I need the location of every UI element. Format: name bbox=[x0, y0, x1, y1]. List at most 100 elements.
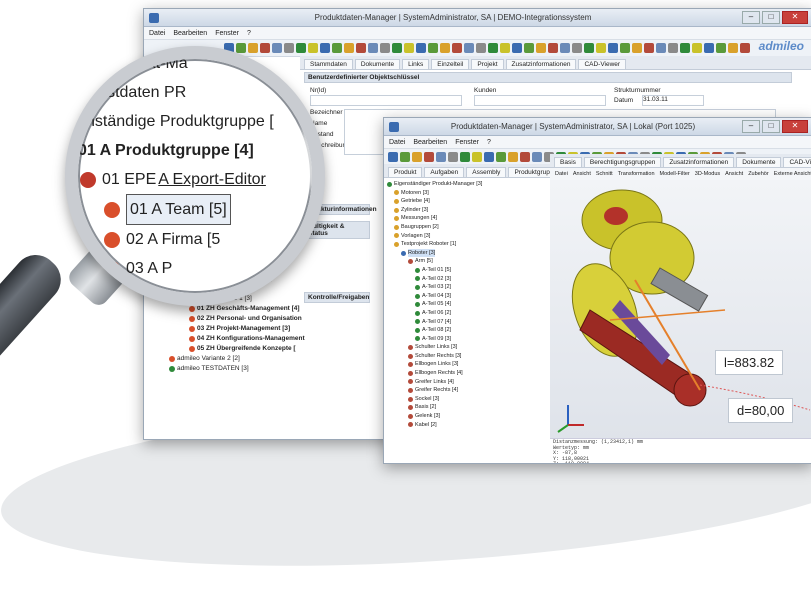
toolbar-icon[interactable] bbox=[320, 43, 330, 53]
toolbar-icon[interactable] bbox=[236, 43, 246, 53]
cad-viewport[interactable]: l=883.82 d=80,00 bbox=[550, 180, 811, 438]
tree-item[interactable]: admileo TESTDATEN [3] bbox=[169, 364, 305, 374]
tree-item[interactable]: 04 ZH Konfigurations-Management bbox=[169, 334, 305, 344]
magnified-tree-item[interactable]: 03 A P bbox=[78, 254, 312, 283]
toolbar-icon[interactable] bbox=[500, 43, 510, 53]
minimize-button[interactable]: – bbox=[742, 120, 760, 133]
toolbar-icon[interactable] bbox=[296, 43, 306, 53]
nr-field[interactable] bbox=[310, 95, 462, 106]
tab[interactable]: Dokumente bbox=[354, 59, 401, 69]
toolbar-icon[interactable] bbox=[488, 43, 498, 53]
datum-field[interactable]: 31.03.11 bbox=[642, 95, 704, 106]
tree-item[interactable]: 02 ZH Personal- und Organisation bbox=[169, 314, 305, 324]
tree-item[interactable]: Kabel [2] bbox=[387, 421, 482, 430]
viewer-menu-item[interactable]: 3D-Modus bbox=[695, 171, 720, 177]
toolbar-icon[interactable] bbox=[260, 43, 270, 53]
tab[interactable]: Zusatzinformationen bbox=[663, 157, 735, 167]
toolbar-icon[interactable] bbox=[448, 152, 458, 162]
toolbar-icon[interactable] bbox=[428, 43, 438, 53]
toolbar-icon[interactable] bbox=[728, 43, 738, 53]
maximize-button[interactable]: □ bbox=[762, 120, 780, 133]
maximize-button[interactable]: □ bbox=[762, 11, 780, 24]
tree-item[interactable]: Motoren [3] bbox=[387, 189, 482, 198]
menu-item[interactable]: ? bbox=[247, 30, 251, 37]
toolbar-icon[interactable] bbox=[716, 43, 726, 53]
tree-item[interactable]: Getriebe [4] bbox=[387, 197, 482, 206]
tab[interactable]: Aufgaben bbox=[424, 167, 465, 177]
toolbar-icon[interactable] bbox=[496, 152, 506, 162]
viewer-menu-item[interactable]: Datei bbox=[555, 171, 568, 177]
menu-item[interactable]: Bearbeiten bbox=[413, 139, 447, 146]
tab[interactable]: Links bbox=[402, 59, 430, 69]
toolbar-icon[interactable] bbox=[248, 43, 258, 53]
toolbar-icon[interactable] bbox=[412, 152, 422, 162]
magnified-tree-item[interactable]: admileo Testdaten PR bbox=[78, 78, 312, 107]
tree-item[interactable]: Roboter [3] bbox=[387, 248, 482, 258]
toolbar-icon[interactable] bbox=[632, 43, 642, 53]
viewer-menu-item[interactable]: Transformation bbox=[618, 171, 655, 177]
tab[interactable]: Dokumente bbox=[736, 157, 782, 167]
toolbar-icon[interactable] bbox=[512, 43, 522, 53]
toolbar-icon[interactable] bbox=[380, 43, 390, 53]
tab[interactable]: Einzelteil bbox=[431, 59, 470, 69]
tree-item[interactable]: A-Teil 05 [4] bbox=[387, 300, 482, 309]
toolbar-icon[interactable] bbox=[344, 43, 354, 53]
tab[interactable]: Assembly bbox=[466, 167, 507, 177]
toolbar-icon[interactable] bbox=[692, 43, 702, 53]
toolbar-icon[interactable] bbox=[356, 43, 366, 53]
tab[interactable]: CAD-Viewer bbox=[783, 157, 811, 167]
tree-item[interactable]: Ellbogen Links [3] bbox=[387, 360, 482, 369]
toolbar-icon[interactable] bbox=[400, 152, 410, 162]
tree-item[interactable]: Schulter Links [3] bbox=[387, 343, 482, 352]
tab[interactable]: Produkt bbox=[388, 167, 423, 177]
tree-item[interactable]: Testprojekt Roboter [1] bbox=[387, 240, 482, 249]
toolbar-icon[interactable] bbox=[440, 43, 450, 53]
tree-item[interactable]: A-Teil 03 [2] bbox=[387, 283, 482, 292]
tab[interactable]: Berechtigungsgruppen bbox=[583, 157, 662, 167]
magnified-tree-item[interactable]: 02 A Firma [5 bbox=[78, 225, 312, 254]
toolbar-icon[interactable] bbox=[620, 43, 630, 53]
menu-item[interactable]: ? bbox=[487, 139, 491, 146]
toolbar-icon[interactable] bbox=[308, 43, 318, 53]
toolbar-icon[interactable] bbox=[524, 43, 534, 53]
toolbar-icon[interactable] bbox=[484, 152, 494, 162]
tree-item[interactable]: Eigenständiger Produkt-Manager [3] bbox=[387, 180, 482, 189]
toolbar-icon[interactable] bbox=[436, 152, 446, 162]
viewer-menu-item[interactable]: Modell-Filter bbox=[660, 171, 690, 177]
toolbar-icon[interactable] bbox=[368, 43, 378, 53]
viewer-menu-item[interactable]: Schnitt bbox=[596, 171, 613, 177]
tree-item[interactable]: Baugruppen [2] bbox=[387, 223, 482, 232]
toolbar-icon[interactable] bbox=[704, 43, 714, 53]
magnified-tree-item[interactable]: 01 A Team [5] bbox=[78, 194, 312, 225]
tree-item[interactable]: 03 ZH Projekt-Management [3] bbox=[169, 324, 305, 334]
toolbar-icon[interactable] bbox=[596, 43, 606, 53]
tab[interactable]: Produktgruppe bbox=[508, 167, 552, 177]
magnified-tree-item[interactable]: Eigenständige Produktgruppe [ bbox=[78, 107, 312, 136]
tree-item[interactable]: A-Teil 04 [3] bbox=[387, 292, 482, 301]
menu-item[interactable]: Bearbeiten bbox=[173, 30, 207, 37]
kunden-field[interactable] bbox=[474, 95, 606, 106]
viewer-menu-item[interactable]: Ansicht bbox=[725, 171, 743, 177]
menu-item[interactable]: Datei bbox=[389, 139, 405, 146]
toolbar-icon[interactable] bbox=[532, 152, 542, 162]
tab[interactable]: Projekt bbox=[471, 59, 504, 69]
toolbar-icon[interactable] bbox=[332, 43, 342, 53]
tree-item[interactable]: Gelenk [3] bbox=[387, 412, 482, 421]
close-button[interactable]: ✕ bbox=[782, 120, 808, 133]
toolbar-icon[interactable] bbox=[388, 152, 398, 162]
tree-item[interactable]: Vorlagen [3] bbox=[387, 232, 482, 241]
tree-item[interactable]: admileo Variante 2 [2] bbox=[169, 354, 305, 364]
toolbar-icon[interactable] bbox=[668, 43, 678, 53]
toolbar-icon[interactable] bbox=[404, 43, 414, 53]
tree-item[interactable]: Greifer Rechts [4] bbox=[387, 386, 482, 395]
tree-item[interactable]: Basis [2] bbox=[387, 403, 482, 412]
toolbar-icon[interactable] bbox=[472, 152, 482, 162]
tab[interactable]: Basis bbox=[554, 157, 582, 167]
toolbar-icon[interactable] bbox=[740, 43, 750, 53]
toolbar-icon[interactable] bbox=[656, 43, 666, 53]
tree-item[interactable]: Sockel [3] bbox=[387, 395, 482, 404]
toolbar-icon[interactable] bbox=[464, 43, 474, 53]
menu-item[interactable]: Datei bbox=[149, 30, 165, 37]
tab[interactable]: Zusatzinformationen bbox=[505, 59, 577, 69]
export-editor-link[interactable]: A Export-Editor bbox=[158, 165, 266, 194]
